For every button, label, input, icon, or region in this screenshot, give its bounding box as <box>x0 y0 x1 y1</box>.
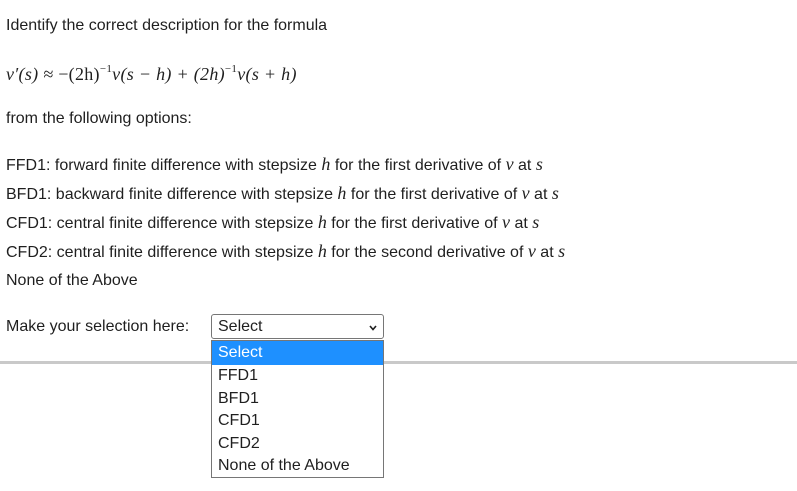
var-v: v <box>502 212 511 232</box>
option-text: at <box>510 215 533 232</box>
dropdown-option-select[interactable]: Select <box>212 341 383 365</box>
dropdown-option-none[interactable]: None of the Above <box>212 455 383 478</box>
option-text: FFD1: forward finite difference with ste… <box>6 157 322 174</box>
option-bfd1: BFD1: backward finite difference with st… <box>6 183 559 205</box>
divider <box>0 361 797 364</box>
option-cfd2: CFD2: central finite difference with ste… <box>6 241 565 263</box>
option-text: at <box>529 186 552 203</box>
var-h: h <box>317 212 327 232</box>
answer-select[interactable]: Select <box>211 314 384 339</box>
dropdown-option-cfd2[interactable]: CFD2 <box>212 433 383 456</box>
dropdown-option-bfd1[interactable]: BFD1 <box>212 388 383 411</box>
formula-lhs: v′(s) ≈ <box>6 64 59 84</box>
formula-term1-prefix: −(2h) <box>58 64 100 84</box>
var-s: s <box>535 154 543 174</box>
formula: v′(s) ≈ −(2h)−1v(s − h) + (2h)−1v(s + h) <box>6 63 297 85</box>
formula-term2-suffix: v(s + h) <box>237 64 297 84</box>
option-text: at <box>535 244 559 261</box>
from-options-text: from the following options: <box>6 110 192 127</box>
option-text: at <box>513 157 536 174</box>
option-text: BFD1: backward finite difference with st… <box>6 186 338 203</box>
formula-exponent-1: −1 <box>99 63 113 75</box>
option-none: None of the Above <box>6 272 138 289</box>
formula-exponent-2: −1 <box>224 63 238 75</box>
var-s: s <box>551 183 559 203</box>
formula-term1-suffix: v(s − h) + (2h) <box>112 64 225 84</box>
var-s: s <box>532 212 540 232</box>
option-text: CFD2: central finite difference with ste… <box>6 244 318 261</box>
option-text: for the first derivative of <box>346 186 522 203</box>
var-h: h <box>317 241 327 261</box>
option-text: for the first derivative of <box>326 215 503 232</box>
var-s: s <box>558 241 566 261</box>
option-cfd1: CFD1: central finite difference with ste… <box>6 212 539 234</box>
option-text: CFD1: central finite difference with ste… <box>6 215 318 232</box>
option-text: for the second derivative of <box>326 244 528 261</box>
select-dropdown-list: Select FFD1 BFD1 CFD1 CFD2 None of the A… <box>211 340 384 478</box>
dropdown-option-ffd1[interactable]: FFD1 <box>212 365 383 388</box>
dropdown-option-cfd1[interactable]: CFD1 <box>212 410 383 433</box>
var-v: v <box>521 183 530 203</box>
selection-label: Make your selection here: <box>6 318 190 335</box>
chevron-down-icon <box>369 325 377 331</box>
var-v: v <box>527 241 536 261</box>
select-current-value: Select <box>218 318 263 335</box>
option-text: for the first derivative of <box>330 157 506 174</box>
question-intro: Identify the correct description for the… <box>6 17 328 34</box>
var-v: v <box>505 154 514 174</box>
option-ffd1: FFD1: forward finite difference with ste… <box>6 154 543 176</box>
